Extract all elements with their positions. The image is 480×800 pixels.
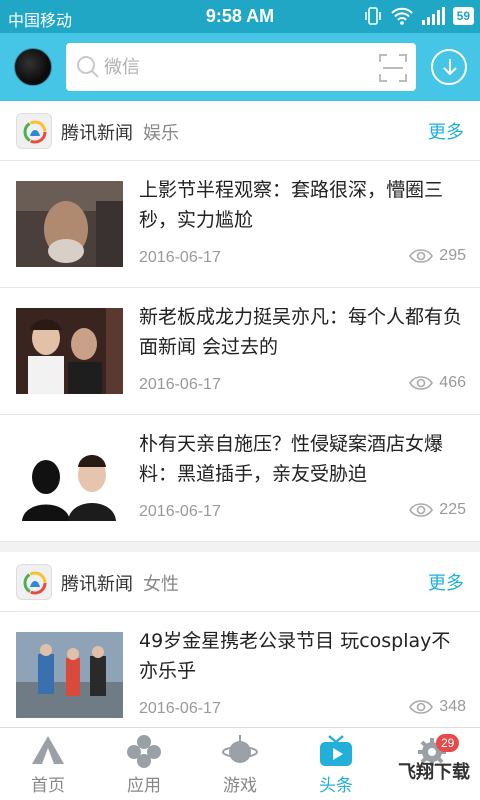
section-divider	[0, 542, 480, 552]
search-input[interactable]	[104, 53, 354, 81]
signal-icon	[421, 7, 445, 25]
news-date: 2016-06-17	[139, 249, 221, 266]
eye-icon	[409, 376, 434, 390]
news-title: 新老板成龙力挺吴亦凡：每个人都有负面新闻 会过去的	[139, 306, 463, 358]
status-icons: 59	[363, 6, 474, 26]
search-icon	[77, 56, 99, 78]
news-item[interactable]: 49岁金星携老公录节目 玩cosplay不亦乐乎 2016-06-17 348	[0, 612, 480, 727]
section-header: 腾讯新闻 娱乐 更多	[0, 101, 480, 161]
section-header: 腾讯新闻 女性 更多	[0, 552, 480, 612]
news-item[interactable]: 朴有天亲自施压？性侵疑案酒店女爆料：黑道插手，亲友受胁迫 2016-06-17 …	[0, 415, 480, 542]
tencent-news-logo	[16, 564, 52, 600]
news-date: 2016-06-17	[139, 700, 221, 717]
nav-label: 游戏	[223, 776, 257, 796]
news-title: 49岁金星携老公录节目 玩cosplay不亦乐乎	[139, 630, 451, 682]
nav-item-apps[interactable]: 应用	[96, 728, 192, 800]
source-category: 娱乐	[143, 123, 179, 144]
eye-icon	[409, 700, 434, 714]
news-thumbnail	[16, 308, 123, 394]
clover-icon	[127, 735, 161, 768]
nav-item-home[interactable]: 首页	[0, 728, 96, 800]
vibrate-icon	[364, 7, 381, 25]
watermark: 飞翔下载	[398, 762, 470, 783]
news-thumbnail	[16, 435, 123, 521]
nav-item-manage[interactable]: 29 飞翔下载	[384, 728, 480, 800]
download-button[interactable]	[431, 49, 467, 85]
battery-indicator: 59	[452, 7, 474, 25]
eye-icon	[409, 503, 434, 517]
search-box[interactable]	[66, 43, 416, 91]
source-category: 女性	[143, 574, 179, 595]
view-count-value: 466	[439, 374, 466, 391]
news-feed: 腾讯新闻 娱乐 更多 上影节半程观察：套路很深，懵圈三秒，实力尴尬 2016-0…	[0, 101, 480, 727]
view-count: 225	[409, 501, 466, 519]
news-title: 朴有天亲自施压？性侵疑案酒店女爆料：黑道插手，亲友受胁迫	[139, 433, 444, 485]
news-item[interactable]: 新老板成龙力挺吴亦凡：每个人都有负面新闻 会过去的 2016-06-17 466	[0, 288, 480, 415]
wifi-icon	[390, 7, 413, 25]
news-date: 2016-06-17	[139, 376, 221, 393]
view-count: 348	[409, 698, 466, 716]
bottom-nav: 首页 应用 游戏 头条 29 飞翔下载	[0, 727, 480, 800]
download-icon	[443, 59, 457, 76]
news-title: 上影节半程观察：套路很深，懵圈三秒，实力尴尬	[139, 179, 444, 231]
planet-icon	[222, 735, 258, 763]
view-count-value: 348	[439, 698, 466, 715]
source-name: 腾讯新闻	[61, 123, 133, 144]
news-thumbnail	[16, 632, 123, 718]
scan-icon[interactable]	[378, 53, 408, 83]
view-count-value: 295	[439, 247, 466, 264]
nav-item-headlines[interactable]: 头条	[288, 728, 384, 800]
tv-icon	[320, 735, 352, 766]
nav-label: 头条	[319, 776, 353, 796]
news-date: 2016-06-17	[139, 503, 221, 520]
view-count-value: 225	[439, 501, 466, 518]
status-bar: 中国移动 9:58 AM 59	[0, 0, 480, 33]
nav-label: 首页	[31, 776, 65, 796]
tent-icon	[32, 736, 64, 764]
tencent-news-logo	[16, 113, 52, 149]
news-item[interactable]: 上影节半程观察：套路很深，懵圈三秒，实力尴尬 2016-06-17 295	[0, 161, 480, 288]
more-link[interactable]: 更多	[428, 569, 464, 595]
more-link[interactable]: 更多	[428, 118, 464, 144]
nav-item-games[interactable]: 游戏	[192, 728, 288, 800]
view-count: 466	[409, 374, 466, 392]
view-count: 295	[409, 247, 466, 265]
nav-label: 应用	[127, 776, 161, 796]
notification-badge: 29	[436, 734, 460, 752]
top-bar	[0, 33, 480, 101]
news-thumbnail	[16, 181, 123, 267]
avatar[interactable]	[14, 48, 52, 86]
eye-icon	[409, 249, 434, 263]
source-name: 腾讯新闻	[61, 574, 133, 595]
